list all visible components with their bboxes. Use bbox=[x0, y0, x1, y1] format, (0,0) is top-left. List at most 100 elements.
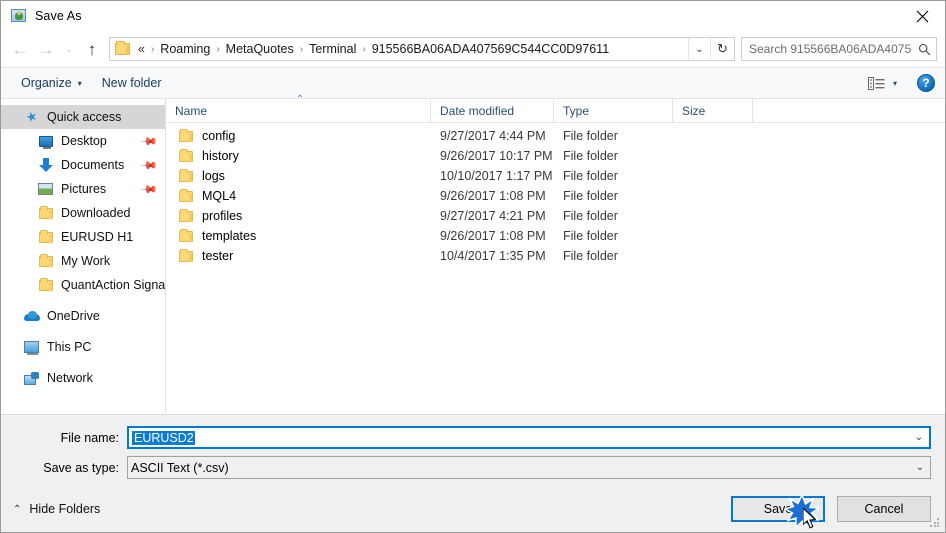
folder-icon bbox=[115, 40, 131, 56]
file-date-cell: 10/10/2017 1:17 PM bbox=[440, 169, 553, 183]
back-button[interactable]: ← bbox=[7, 36, 33, 62]
table-row[interactable]: profiles 9/27/2017 4:21 PM File folder bbox=[166, 206, 945, 226]
breadcrumb: « › Roaming › MetaQuotes › Terminal › 91… bbox=[136, 41, 688, 57]
sidebar-item-onedrive[interactable]: OneDrive bbox=[1, 304, 165, 328]
save-as-type-row: Save as type: ASCII Text (*.csv) ⌄ bbox=[1, 456, 945, 479]
new-folder-button[interactable]: New folder bbox=[96, 73, 168, 93]
file-date-cell: 9/26/2017 1:08 PM bbox=[440, 189, 546, 203]
sidebar-item-quick-access[interactable]: ★ Quick access bbox=[1, 105, 165, 129]
refresh-icon[interactable]: ↻ bbox=[710, 38, 734, 60]
pin-icon[interactable]: 📌 bbox=[140, 180, 159, 199]
table-row[interactable]: config 9/27/2017 4:44 PM File folder bbox=[166, 126, 945, 146]
column-header-label: Type bbox=[563, 104, 590, 118]
address-dropdown-icon[interactable]: ⌄ bbox=[688, 38, 710, 60]
file-name-label: templates bbox=[202, 229, 257, 243]
hide-folders-label: Hide Folders bbox=[29, 502, 101, 516]
resize-grip[interactable] bbox=[930, 518, 941, 529]
folder-icon bbox=[37, 277, 54, 293]
save-button-label: Save bbox=[763, 502, 793, 516]
folder-icon bbox=[179, 168, 193, 182]
cancel-button[interactable]: Cancel bbox=[837, 496, 931, 522]
breadcrumb-separator: › bbox=[362, 43, 366, 55]
computer-icon bbox=[23, 339, 40, 355]
save-as-type-label: Save as type: bbox=[43, 460, 119, 475]
file-name-cell: profiles bbox=[166, 208, 431, 223]
sidebar-item-downloaded[interactable]: Downloaded bbox=[1, 201, 165, 225]
search-box[interactable]: Search 915566BA06ADA40756... bbox=[741, 37, 937, 61]
breadcrumb-item-roaming[interactable]: Roaming bbox=[157, 41, 213, 57]
chevron-down-icon[interactable]: ⌄ bbox=[909, 432, 929, 443]
folder-icon bbox=[179, 248, 193, 262]
folder-icon bbox=[37, 253, 54, 269]
chevron-down-icon[interactable]: ⌄ bbox=[910, 462, 930, 473]
table-row[interactable]: MQL4 9/26/2017 1:08 PM File folder bbox=[166, 186, 945, 206]
sidebar-item-documents[interactable]: Documents 📌 bbox=[1, 153, 165, 177]
close-icon[interactable] bbox=[899, 1, 945, 31]
file-name-value: EURUSD2 bbox=[132, 430, 195, 445]
help-button[interactable]: ? bbox=[917, 74, 935, 92]
file-rows: config 9/27/2017 4:44 PM File folder his… bbox=[166, 123, 945, 414]
save-button[interactable]: Save bbox=[731, 495, 825, 529]
column-header-label: Name bbox=[175, 104, 208, 118]
table-row[interactable]: tester 10/4/2017 1:35 PM File folder bbox=[166, 246, 945, 266]
up-button[interactable]: ↑ bbox=[79, 36, 105, 62]
sidebar-item-this-pc[interactable]: This PC bbox=[1, 335, 165, 359]
sidebar-item-quantaction-signal[interactable]: QuantAction Signal bbox=[1, 273, 165, 297]
file-type-cell: File folder bbox=[563, 169, 618, 183]
file-name-label: logs bbox=[202, 169, 225, 183]
hide-folders-button[interactable]: ⌃ Hide Folders bbox=[13, 502, 100, 516]
sidebar-item-label: This PC bbox=[47, 340, 92, 354]
file-type-cell: File folder bbox=[563, 209, 618, 223]
sidebar-item-label: OneDrive bbox=[47, 309, 100, 323]
file-name-cell: MQL4 bbox=[166, 188, 431, 203]
file-name-cell: history bbox=[166, 148, 431, 163]
breadcrumb-item-terminal[interactable]: Terminal bbox=[306, 41, 359, 57]
column-header-label: Date modified bbox=[440, 104, 515, 118]
sidebar-item-pictures[interactable]: Pictures 📌 bbox=[1, 177, 165, 201]
chevron-up-icon: ⌃ bbox=[13, 503, 22, 515]
table-row[interactable]: history 9/26/2017 10:17 PM File folder bbox=[166, 146, 945, 166]
dialog-body: ★ Quick access Desktop 📌 Documents 📌 Pic… bbox=[1, 94, 945, 414]
file-name-input[interactable]: EURUSD2 ⌄ bbox=[127, 426, 931, 449]
network-icon bbox=[23, 370, 40, 386]
forward-button[interactable]: → bbox=[33, 36, 59, 62]
breadcrumb-separator: › bbox=[150, 43, 155, 55]
sidebar-item-network[interactable]: Network bbox=[1, 366, 165, 390]
sidebar-item-label: Network bbox=[47, 371, 93, 385]
column-header-type[interactable]: Type bbox=[554, 99, 673, 123]
table-row[interactable]: templates 9/26/2017 1:08 PM File folder bbox=[166, 226, 945, 246]
file-date-cell: 9/27/2017 4:44 PM bbox=[440, 129, 546, 143]
column-header-size[interactable]: Size bbox=[673, 99, 753, 123]
file-date-cell: 9/27/2017 4:21 PM bbox=[440, 209, 546, 223]
sidebar-item-my-work[interactable]: My Work bbox=[1, 249, 165, 273]
recent-locations-button[interactable]: ⌄ bbox=[59, 36, 79, 62]
breadcrumb-overflow[interactable]: « bbox=[136, 41, 148, 57]
file-name-label: MQL4 bbox=[202, 189, 237, 203]
column-header-name[interactable]: ⌃ Name bbox=[166, 94, 431, 123]
sidebar-item-eurusd-h1[interactable]: EURUSD H1 bbox=[1, 225, 165, 249]
star-icon: ★ bbox=[23, 107, 40, 126]
file-name-value-wrap: EURUSD2 bbox=[129, 430, 909, 445]
folder-icon bbox=[179, 128, 193, 142]
table-row[interactable]: logs 10/10/2017 1:17 PM File folder bbox=[166, 166, 945, 186]
sidebar-item-label: Downloaded bbox=[61, 206, 131, 220]
view-layout-button[interactable]: ▾ bbox=[864, 75, 901, 92]
search-input[interactable]: Search 915566BA06ADA40756... bbox=[742, 42, 912, 56]
breadcrumb-item-metaquotes[interactable]: MetaQuotes bbox=[223, 41, 297, 57]
sidebar-item-desktop[interactable]: Desktop 📌 bbox=[1, 129, 165, 153]
chevron-down-icon: ⌄ bbox=[65, 43, 73, 54]
save-as-type-select[interactable]: ASCII Text (*.csv) ⌄ bbox=[127, 456, 931, 479]
picture-icon bbox=[37, 181, 54, 197]
folder-icon bbox=[179, 208, 193, 222]
file-name-row: File name: EURUSD2 ⌄ bbox=[1, 426, 945, 449]
pin-icon[interactable]: 📌 bbox=[140, 156, 159, 175]
new-folder-label: New folder bbox=[101, 76, 162, 90]
dialog-footer: ⌃ Hide Folders Save Cancel bbox=[1, 486, 945, 532]
organize-button[interactable]: Organize ▾ bbox=[15, 73, 88, 93]
mouse-cursor-icon bbox=[803, 508, 817, 529]
address-bar[interactable]: « › Roaming › MetaQuotes › Terminal › 91… bbox=[109, 37, 735, 61]
breadcrumb-item-terminal-id[interactable]: 915566BA06ADA407569C544CC0D97611 bbox=[369, 41, 612, 57]
file-name-label: profiles bbox=[202, 209, 243, 223]
column-header-date-modified[interactable]: Date modified bbox=[431, 99, 554, 123]
pin-icon[interactable]: 📌 bbox=[140, 132, 159, 151]
